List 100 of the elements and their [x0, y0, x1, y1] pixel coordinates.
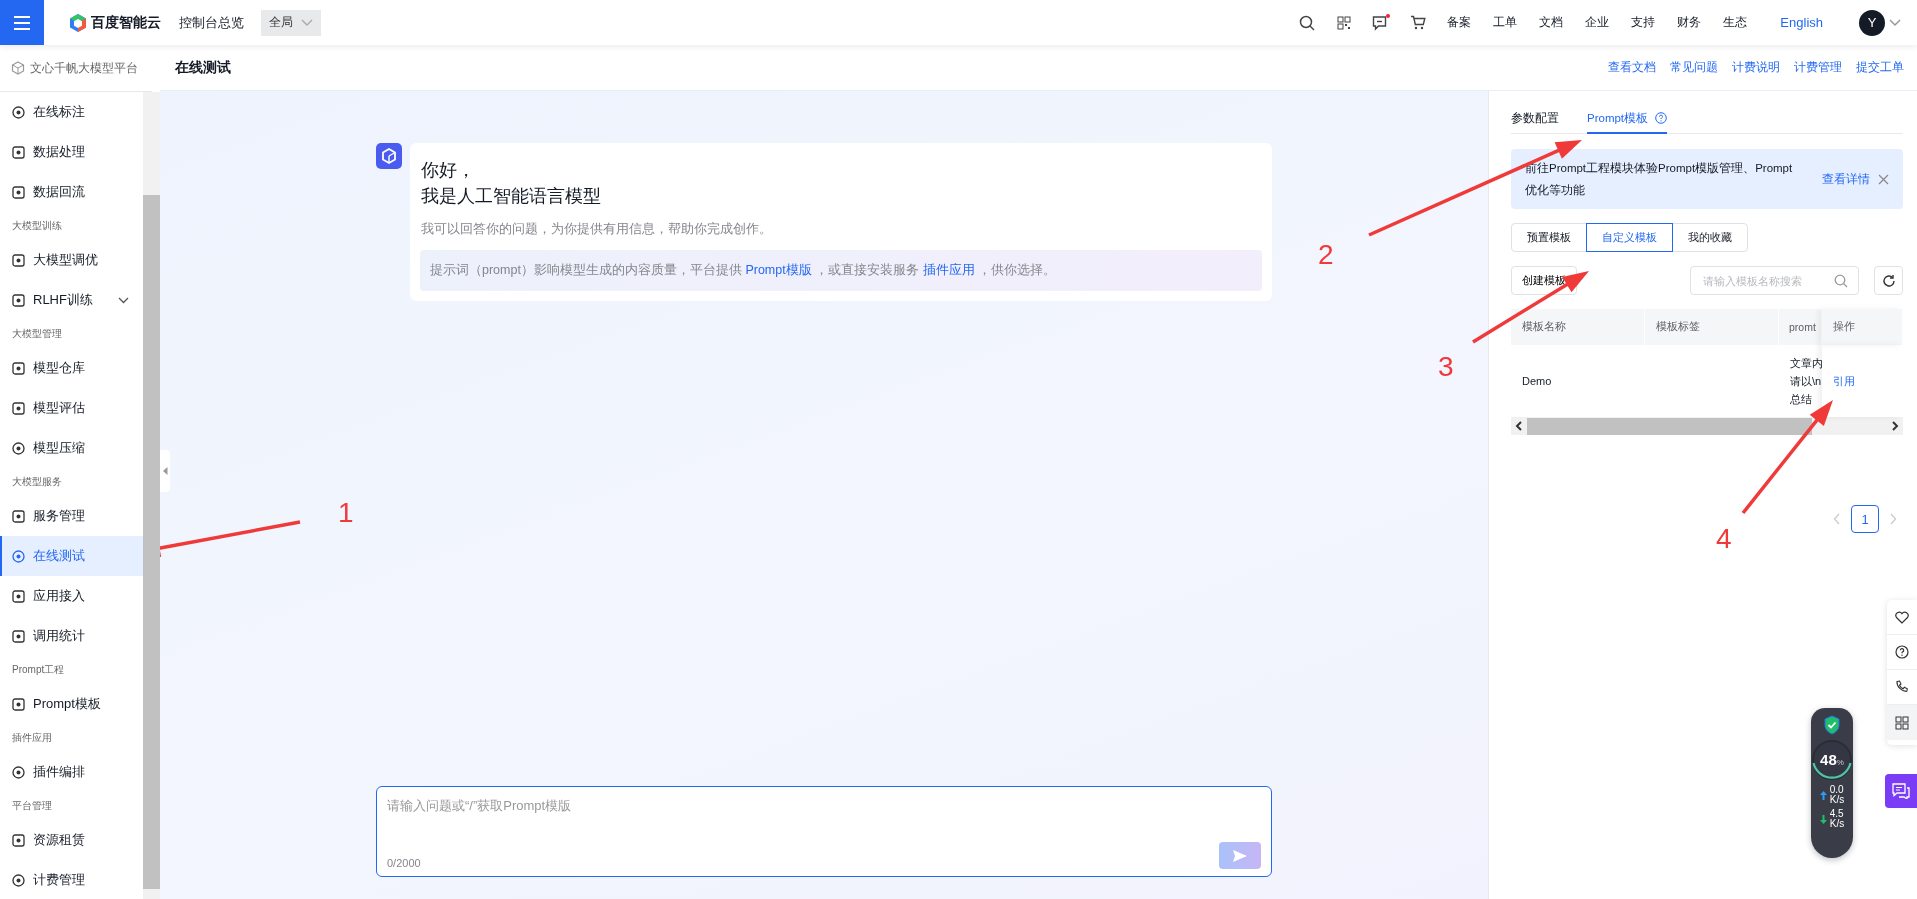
- sidebar-item[interactable]: Prompt模板: [0, 684, 143, 724]
- segment-button[interactable]: 自定义模板: [1586, 223, 1673, 252]
- section-label: 大模型训练: [11, 219, 63, 233]
- sidebar-item[interactable]: 调用统计: [0, 616, 143, 656]
- sidebar-item[interactable]: 在线标注: [0, 92, 143, 132]
- search-box[interactable]: 请输入模板名称搜索: [1690, 266, 1859, 295]
- usage-percent: 48%: [1819, 751, 1845, 768]
- sidebar-item[interactable]: 插件编排: [0, 752, 143, 792]
- section-label: Prompt工程: [11, 663, 66, 677]
- menu-item-icon: [12, 185, 25, 199]
- menu-item-icon: [12, 833, 25, 847]
- chevron-down-icon: [301, 18, 313, 27]
- sidebar-item[interactable]: 服务管理: [0, 496, 143, 536]
- brand-name: 百度智能云: [91, 13, 161, 32]
- scroll-left-icon[interactable]: [1515, 421, 1523, 431]
- scroll-right-icon[interactable]: [1891, 421, 1899, 431]
- cart-icon: [1409, 15, 1426, 30]
- avatar[interactable]: Y: [1859, 9, 1885, 36]
- segment-button[interactable]: 我的收藏: [1672, 223, 1748, 252]
- search-icon: [1834, 273, 1848, 288]
- horizontal-scrollbar[interactable]: [1511, 417, 1903, 435]
- region-dropdown[interactable]: 全局: [261, 9, 321, 36]
- menu-item-icon: [12, 765, 25, 779]
- header-link[interactable]: 提交工单: [1856, 60, 1904, 75]
- menu-item-icon: [12, 629, 25, 643]
- sidebar-item[interactable]: 数据处理: [0, 132, 143, 172]
- nav-link[interactable]: 财务: [1677, 14, 1702, 31]
- column-header: promt: [1779, 309, 1822, 345]
- sidebar-item[interactable]: 数据回流: [0, 172, 143, 212]
- network-monitor-widget[interactable]: 48% 0.0 K/s 4.5 K/s: [1811, 708, 1853, 858]
- menu-item-icon: [12, 361, 25, 375]
- header-link[interactable]: 计费管理: [1794, 60, 1842, 75]
- page-title: 在线测试: [175, 58, 231, 77]
- download-speed: 4.5 K/s: [1829, 809, 1845, 829]
- language-link[interactable]: English: [1780, 15, 1823, 30]
- menu-item-icon: [12, 873, 25, 887]
- sidebar-item[interactable]: 计费管理: [0, 860, 143, 899]
- header-link[interactable]: 计费说明: [1732, 60, 1780, 75]
- annotation-number: 1: [338, 498, 354, 528]
- greeting-text: 你好，: [420, 159, 476, 182]
- menu-item-icon: [12, 293, 25, 307]
- menu-item-icon: [12, 589, 25, 603]
- section-label: 大模型管理: [11, 327, 63, 341]
- close-icon[interactable]: [1878, 173, 1889, 185]
- tip-link[interactable]: Prompt模版: [745, 263, 812, 277]
- sidebar-item[interactable]: RLHF训练: [0, 280, 143, 320]
- header-link[interactable]: 查看文档: [1608, 60, 1656, 75]
- header-link[interactable]: 常见问题: [1670, 60, 1718, 75]
- page-button[interactable]: 1: [1851, 505, 1879, 533]
- collapse-handle[interactable]: [160, 450, 170, 492]
- sidebar-item[interactable]: 模型评估: [0, 388, 143, 428]
- bot-avatar-icon: [376, 143, 402, 169]
- scrollbar[interactable]: [143, 92, 160, 899]
- grid-icon: [1895, 715, 1909, 730]
- annotation-number: 2: [1318, 240, 1334, 270]
- sidebar-item[interactable]: 模型仓库: [0, 348, 143, 388]
- nav-link[interactable]: 备案: [1447, 14, 1472, 31]
- nav-link[interactable]: 企业: [1585, 14, 1610, 31]
- sidebar-item[interactable]: 资源租赁: [0, 820, 143, 860]
- use-link[interactable]: 引用: [1833, 373, 1855, 389]
- prompt-text: 文章内: [1790, 356, 1822, 371]
- menu-button[interactable]: [0, 0, 44, 45]
- refresh-button[interactable]: [1874, 266, 1903, 295]
- menu-item-icon: [12, 253, 25, 267]
- sidebar-item[interactable]: 大模型调优: [0, 240, 143, 280]
- chat-support-button[interactable]: [1885, 774, 1917, 808]
- download-arrow-icon: [1819, 814, 1827, 824]
- question-box[interactable]: 请输入问题或“/”获取Prompt模版 0/2000: [376, 786, 1272, 877]
- panel-tab[interactable]: 参数配置: [1511, 104, 1559, 134]
- nav-link[interactable]: 支持: [1631, 14, 1656, 31]
- chat-icon: [1892, 783, 1910, 799]
- intro-text: 我可以回答你的问题，为你提供有用信息，帮助你完成创作。: [421, 221, 773, 238]
- segment-button[interactable]: 预置模板: [1511, 223, 1587, 252]
- tip-link[interactable]: 插件应用: [922, 263, 975, 277]
- qr-code-icon: [1336, 15, 1351, 30]
- details-link[interactable]: 查看详情: [1822, 171, 1870, 187]
- column-header: 模板名称: [1511, 309, 1645, 345]
- menu-item-icon: [12, 697, 25, 711]
- send-icon: [1232, 848, 1248, 863]
- gauge-ring: [1811, 739, 1853, 781]
- panel-tab[interactable]: Prompt模板: [1587, 104, 1668, 134]
- char-counter: 0/2000: [387, 857, 421, 869]
- chevron-down-icon[interactable]: [1889, 18, 1901, 27]
- nav-link[interactable]: 文档: [1539, 14, 1564, 31]
- annotation-number: 4: [1716, 524, 1732, 554]
- column-header: 操作: [1822, 309, 1903, 345]
- nav-link[interactable]: 工单: [1493, 14, 1518, 31]
- sidebar-item[interactable]: 应用接入: [0, 576, 143, 616]
- menu-item-icon: [12, 401, 25, 415]
- sidebar-item[interactable]: 模型压缩: [0, 428, 143, 468]
- heart-icon: [1895, 610, 1909, 624]
- greeting-text: 我是人工智能语言模型: [420, 185, 602, 208]
- console-link[interactable]: 控制台总览: [179, 13, 244, 32]
- section-label: 大模型服务: [11, 475, 63, 489]
- logo-icon: [68, 12, 88, 33]
- menu-item-icon: [12, 509, 25, 523]
- nav-link[interactable]: 生态: [1723, 14, 1748, 31]
- cube-icon: [11, 61, 25, 75]
- column-header: 模板标签: [1645, 309, 1779, 345]
- sidebar-item[interactable]: 在线测试: [0, 536, 143, 576]
